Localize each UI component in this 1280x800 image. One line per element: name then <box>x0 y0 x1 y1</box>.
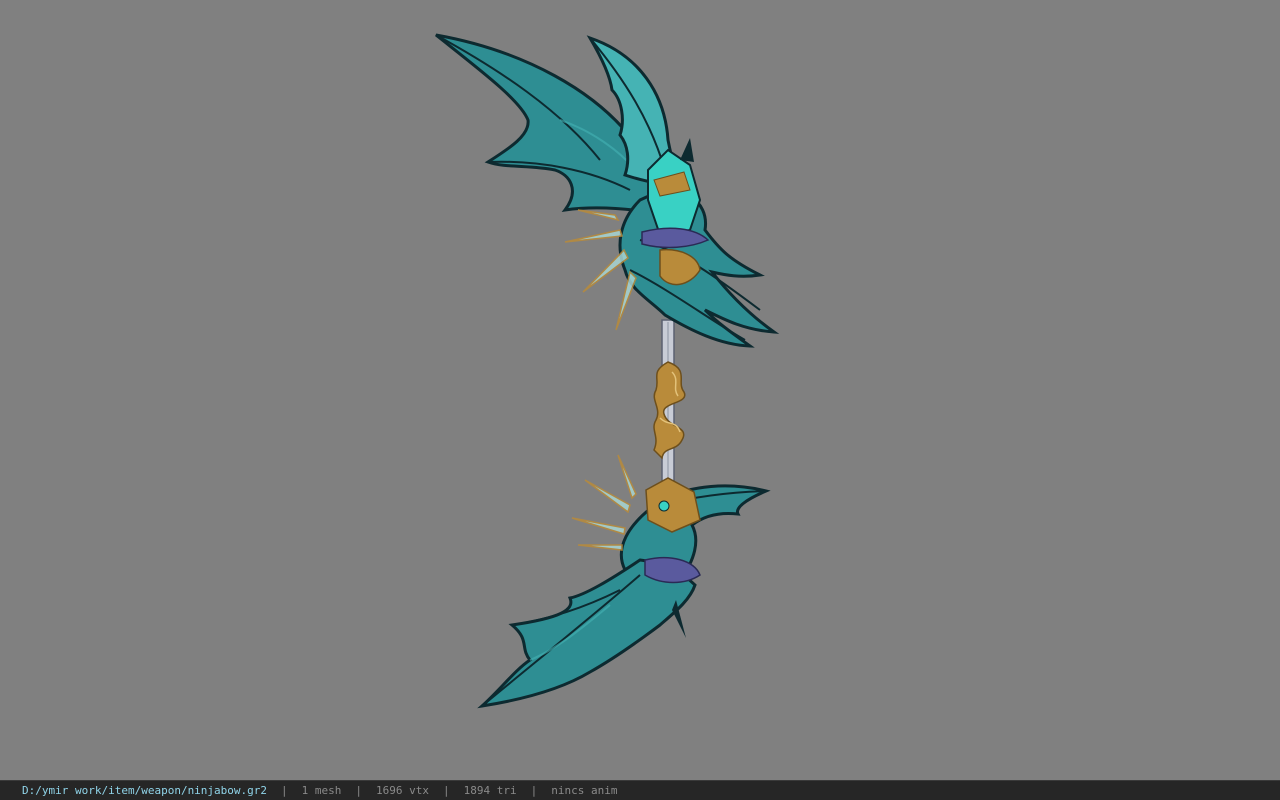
status-separator: | <box>355 784 363 797</box>
status-separator: | <box>443 784 450 797</box>
status-triangle-count: 1894 tri <box>463 784 517 797</box>
status-vertex-count: 1696 vtx <box>376 784 430 797</box>
3d-viewport[interactable] <box>0 0 1280 780</box>
status-separator: | <box>530 784 538 797</box>
status-file-path: D:/ymir work/item/weapon/ninjabow.gr2 <box>22 784 268 797</box>
status-mesh-count: 1 mesh <box>301 784 342 797</box>
bow-model-render <box>435 33 780 709</box>
status-bar: D:/ymir work/item/weapon/ninjabow.gr2 | … <box>0 780 1280 800</box>
status-separator: | <box>281 784 288 797</box>
status-anim: nincs anim <box>551 784 618 797</box>
upper-wing-limb <box>435 33 780 348</box>
lower-wing-limb <box>477 484 771 709</box>
